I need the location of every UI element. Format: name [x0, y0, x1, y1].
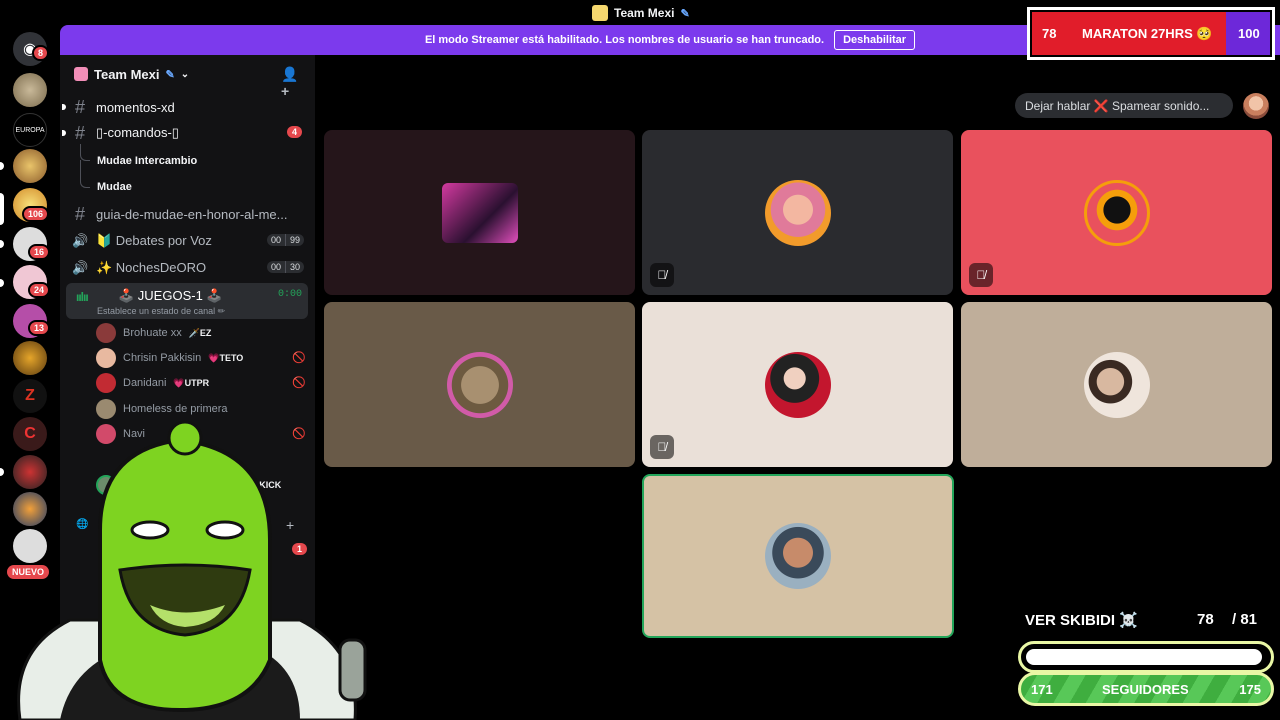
unread-badge: 4: [286, 126, 302, 138]
europa-league-icon[interactable]: EUROPA: [13, 113, 47, 147]
voice-user[interactable]: Chrisin Pakkisin 💗TETO 🚫: [96, 348, 306, 368]
server-icon[interactable]: Z: [13, 379, 47, 413]
speaker-icon: 🔊: [72, 233, 89, 248]
avatar: [96, 348, 116, 368]
channel-momentos[interactable]: # momentos-xd: [62, 96, 310, 118]
hash-icon: #: [74, 122, 85, 143]
mascot-character-overlay: [17, 420, 367, 720]
disable-streamer-button[interactable]: Deshabilitar: [834, 30, 916, 50]
voice-channel-noches[interactable]: 🔊 ✨ NochesDeORO 00 30: [72, 257, 310, 279]
video-tile-speaking[interactable]: [642, 474, 954, 638]
thread-mudae[interactable]: Mudae: [97, 181, 132, 193]
voice-user[interactable]: Danidani 💗UTPR 🚫: [96, 373, 306, 393]
server-header[interactable]: Team Mexi ✎ ⌄ 👤+: [60, 55, 315, 99]
video-tile[interactable]: [324, 302, 635, 467]
avatar: [1083, 351, 1150, 418]
invite-people-icon[interactable]: 👤+: [281, 66, 298, 99]
avatar: [96, 323, 116, 343]
voice-channel-juegos[interactable]: ıılıı 🕹️ JUEGOS-1 🕹️ Establece un estado…: [66, 283, 308, 319]
server-badge: 13: [28, 320, 51, 336]
skibidi-goal: VER SKIBIDI ☠️ 78 / 81: [1025, 611, 1258, 629]
user-avatar[interactable]: [1243, 93, 1269, 119]
maraton-title: MARATON 27HRS 🥺: [1082, 26, 1213, 41]
muted-mic-icon: 🎙̸: [969, 263, 993, 287]
hash-icon: #: [74, 203, 85, 224]
speaker-icon: 🔊: [72, 260, 89, 275]
channel-status[interactable]: Establece un estado de canal ✏: [97, 306, 225, 317]
skibidi-progress-bar: [1018, 641, 1274, 673]
followers-progress-bar: 171 SEGUIDORES 175: [1018, 672, 1274, 706]
voice-user[interactable]: Homeless de primera: [96, 399, 306, 419]
pencil-icon: ✎: [680, 7, 690, 20]
channel-guia[interactable]: # guia-de-mudae-en-honor-al-me...: [72, 203, 310, 225]
avatar: [764, 179, 831, 246]
server-badge: 106: [22, 206, 50, 222]
server-icon: [592, 5, 608, 21]
channel-status-pill[interactable]: Dejar hablar ❌ Spamear sonido...: [1015, 93, 1233, 118]
avatar: [441, 182, 518, 243]
maraton-left-count: 78: [1042, 26, 1057, 41]
thread-mudae-intercambio[interactable]: Mudae Intercambio: [97, 155, 197, 167]
video-tile[interactable]: 🎙̸: [642, 130, 953, 295]
muted-mic-icon: 🎙̸: [650, 263, 674, 287]
video-tile[interactable]: 🎙̸: [961, 130, 1272, 295]
maraton-overlay: 78 MARATON 27HRS 🥺 100: [1027, 7, 1275, 60]
avatar: [764, 351, 831, 418]
pencil-icon: ✎: [165, 68, 175, 81]
channel-comandos[interactable]: # ▯-comandos-▯ 4: [62, 122, 310, 144]
avatar: [96, 399, 116, 419]
voice-active-icon: ıılıı: [76, 290, 89, 304]
user-count: 00 30: [266, 261, 304, 273]
muted-icon: 🚫: [292, 377, 306, 389]
server-icon[interactable]: [13, 73, 47, 107]
hash-icon: #: [74, 96, 85, 117]
video-tile[interactable]: [961, 302, 1272, 467]
user-count: 00 99: [266, 234, 304, 246]
video-tile[interactable]: [324, 130, 635, 295]
voice-channel-debates[interactable]: 🔊 🔰 Debates por Voz 00 99: [72, 230, 310, 252]
server-name: Team Mexi: [94, 66, 160, 82]
chevron-down-icon: ⌄: [180, 68, 190, 80]
call-timer: 0:00: [277, 289, 302, 300]
home-badge: 8: [32, 45, 50, 61]
server-icon[interactable]: [13, 149, 47, 183]
avatar: [765, 523, 831, 589]
avatar: [96, 373, 116, 393]
server-icon[interactable]: [13, 341, 47, 375]
server-badge: 16: [28, 244, 51, 260]
video-tile[interactable]: 🎙̸: [642, 302, 953, 467]
home-icon: [74, 67, 88, 81]
muted-mic-icon: 🎙̸: [650, 435, 674, 459]
avatar: [1083, 179, 1150, 246]
avatar: [446, 351, 513, 418]
banner-text: El modo Streamer está habilitado. Los no…: [424, 34, 825, 46]
maraton-right-count: 100: [1238, 26, 1260, 41]
window-title: Team Mexi ✎: [592, 5, 690, 21]
server-badge: 24: [28, 282, 51, 298]
skibidi-total: / 81: [1232, 611, 1258, 628]
skibidi-count: 78: [1197, 611, 1214, 628]
voice-user[interactable]: Brohuate xx 🗡️EZ: [96, 323, 306, 343]
muted-icon: 🚫: [292, 352, 306, 364]
